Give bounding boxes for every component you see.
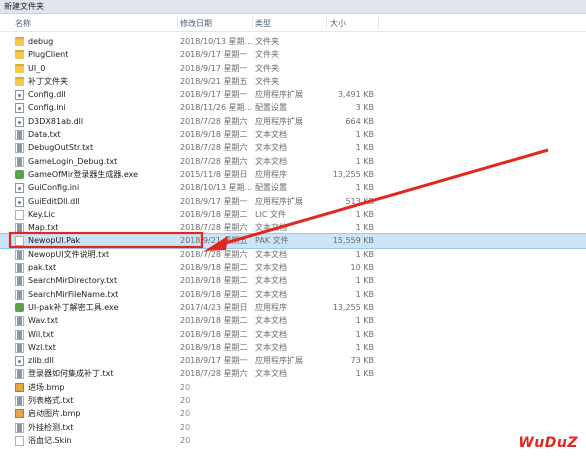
highlight-box	[8, 231, 204, 249]
arrow-head	[204, 236, 228, 251]
arrow-shaft	[214, 148, 549, 248]
watermark-logo: WuDuZ	[518, 435, 578, 451]
annotation-overlay	[8, 148, 549, 251]
